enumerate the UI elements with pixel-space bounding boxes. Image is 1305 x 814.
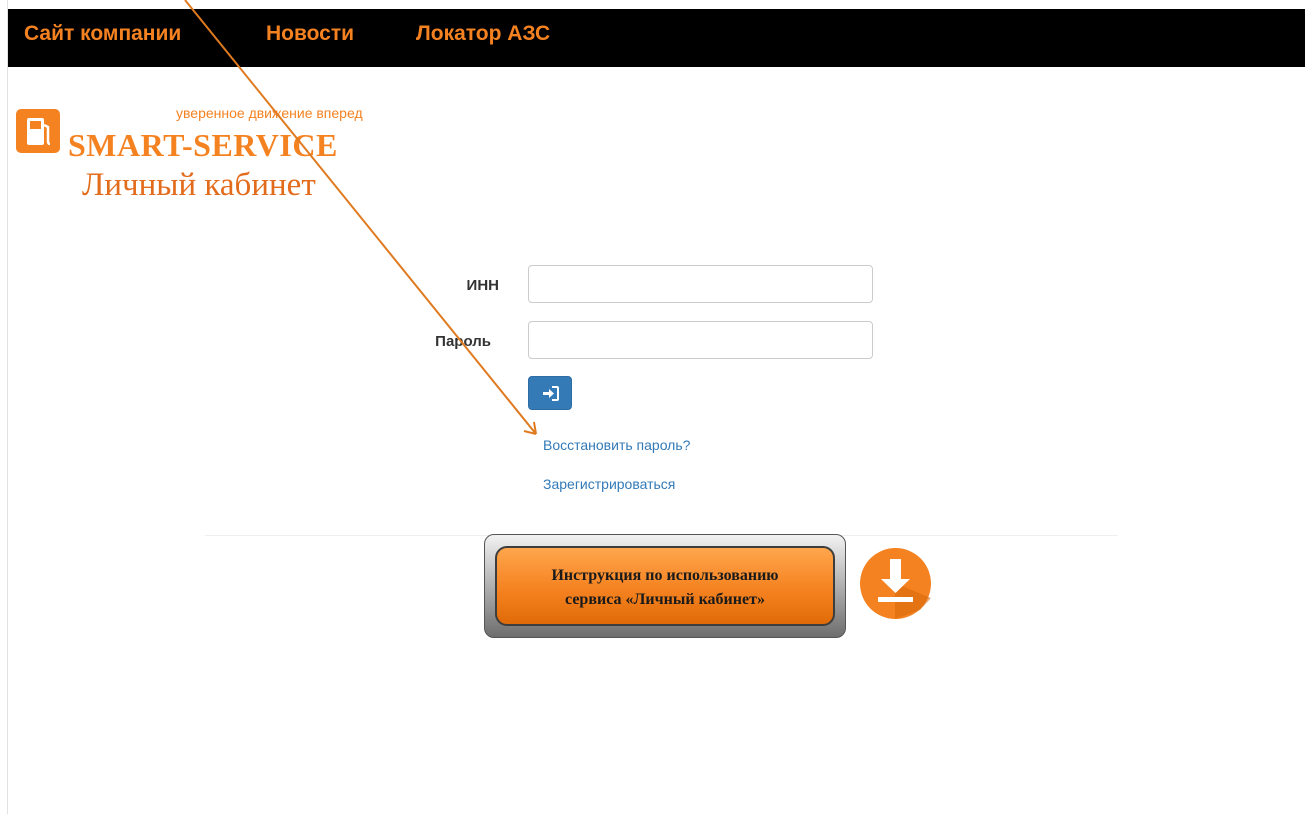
logo-tagline: уверенное движение вперед: [176, 105, 363, 121]
login-button[interactable]: [528, 376, 572, 410]
logo-brand: SMART-SERVICE: [68, 127, 338, 163]
restore-password-link[interactable]: Восстановить пароль?: [543, 437, 690, 453]
register-link[interactable]: Зарегистрироваться: [543, 476, 675, 492]
instruction-button[interactable]: Инструкция по использованию сервиса «Лич…: [484, 534, 846, 638]
instruction-line-1: Инструкция по использованию: [551, 567, 779, 584]
nav-news[interactable]: Новости: [266, 22, 354, 46]
inn-label: ИНН: [466, 277, 499, 294]
instruction-button-face: Инструкция по использованию сервиса «Лич…: [495, 546, 835, 626]
instruction-line-2: сервиса «Личный кабинет»: [565, 591, 765, 608]
logo: уверенное движение вперед SMART-SERVICE …: [16, 105, 386, 205]
fuel-pump-icon: [16, 109, 60, 153]
page-left-border: [7, 0, 8, 814]
nav-station-locator[interactable]: Локатор АЗС: [416, 22, 550, 46]
download-icon[interactable]: [860, 548, 931, 619]
logo-subtitle: Личный кабинет: [82, 167, 316, 203]
nav-company-site[interactable]: Сайт компании: [24, 22, 181, 46]
inn-input[interactable]: [528, 265, 873, 303]
sign-in-icon: [543, 386, 559, 401]
password-input[interactable]: [528, 321, 873, 359]
password-label: Пароль: [435, 333, 491, 350]
top-navigation-bar: [8, 9, 1305, 67]
